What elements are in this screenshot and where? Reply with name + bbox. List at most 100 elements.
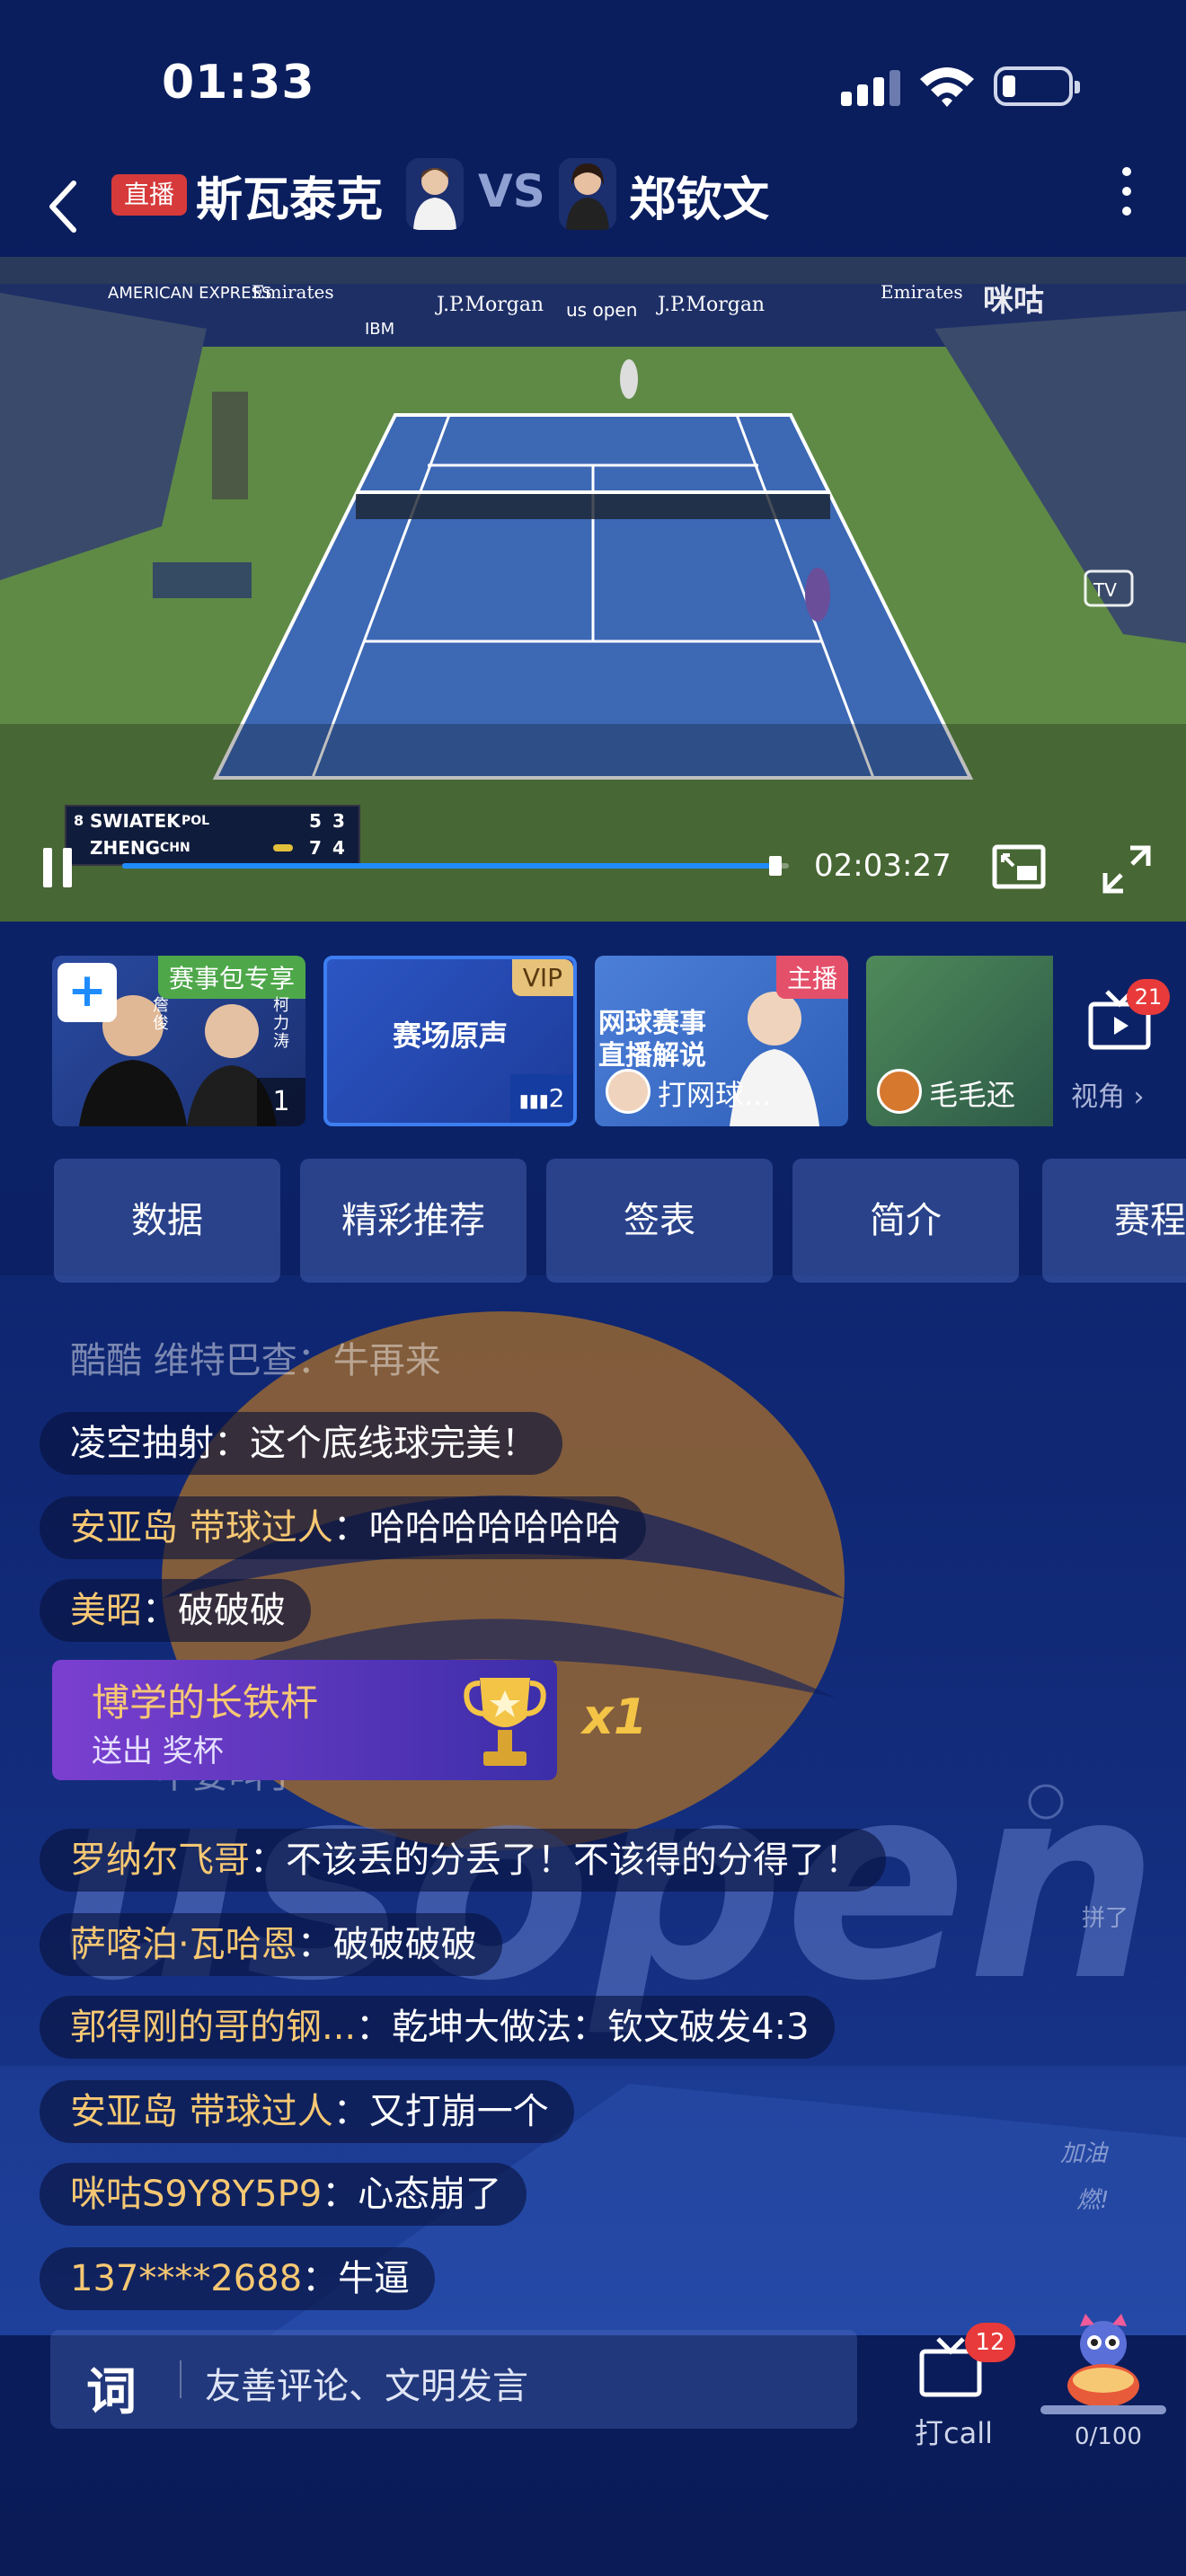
call-label[interactable]: 打call bbox=[915, 2411, 993, 2452]
chat-message: 郭得刚的哥的钢...：乾坤大做法：钦文破发4:3 bbox=[40, 1996, 835, 2059]
chat-username: 萨喀泊·瓦哈恩 bbox=[70, 1924, 297, 1965]
chat-message: 安亚岛 带球过人：又打崩一个 bbox=[40, 2080, 574, 2143]
score-player2-set1: 7 bbox=[309, 837, 322, 859]
player1-avatar[interactable] bbox=[406, 158, 464, 230]
vs-label: VS bbox=[478, 165, 545, 217]
chat-username: 凌空抽射 bbox=[70, 1423, 214, 1464]
comment-placeholder: 友善评论、文明发言 bbox=[205, 2366, 528, 2407]
chat-username: 安亚岛 带球过人 bbox=[70, 2091, 333, 2132]
score-seed: 8 bbox=[74, 812, 84, 829]
chat-text: ：心态崩了 bbox=[322, 2174, 502, 2215]
tab-schedule[interactable]: 赛程 bbox=[1042, 1159, 1186, 1283]
player2-avatar[interactable] bbox=[559, 158, 616, 230]
progress-fill bbox=[122, 863, 776, 869]
video-time: 02:03:27 bbox=[814, 848, 951, 884]
chat-text: 维特巴查：牛再来 bbox=[153, 1340, 441, 1381]
angle-card-streamer[interactable]: 主播 网球赛事 直播解说 打网球... bbox=[595, 956, 848, 1126]
floating-text: 燃! bbox=[1076, 2187, 1109, 2214]
chat-text: ：这个底线球完美！ bbox=[214, 1423, 537, 1464]
input-divider bbox=[180, 2360, 181, 2398]
pause-icon[interactable] bbox=[40, 848, 75, 887]
chat-message: 酷酷 维特巴查：牛再来 bbox=[40, 1329, 466, 1392]
chat-text: ：破破破 bbox=[142, 1590, 286, 1631]
score-player1-set1: 5 bbox=[309, 810, 322, 832]
court-sign: us open bbox=[566, 299, 637, 321]
chat-text: ：又打崩一个 bbox=[332, 2091, 549, 2132]
angle-card-commentary[interactable]: + 赛事包专享 詹俊 柯力涛 1 bbox=[52, 956, 305, 1126]
wifi-icon bbox=[920, 67, 974, 107]
fullscreen-icon[interactable] bbox=[1102, 844, 1152, 895]
chat-text: ：不该丢的分丢了！不该得的分得了！ bbox=[250, 1839, 861, 1881]
progress-knob[interactable] bbox=[769, 856, 783, 876]
battery-icon bbox=[994, 66, 1080, 106]
mascot-icon[interactable] bbox=[1058, 2310, 1148, 2409]
scoreboard: 8 SWIATEK POL 5 3 ZHENG CHN 7 4 bbox=[65, 805, 360, 866]
card-caption: 打网球... bbox=[658, 1078, 772, 1112]
chat-username: 咪咕S9Y8Y5P9 bbox=[70, 2174, 323, 2215]
back-arrow-icon[interactable] bbox=[45, 178, 81, 235]
more-options-icon[interactable] bbox=[1116, 167, 1137, 221]
card-name: 詹俊 bbox=[153, 996, 169, 1033]
score-player2-set2: 4 bbox=[332, 837, 345, 859]
gift-action: 送出 奖杯 bbox=[92, 1734, 224, 1769]
live-badge: 直播 bbox=[111, 174, 188, 216]
card-title-line: 直播解说 bbox=[598, 1040, 706, 1072]
court-sign: J.P.Morgan bbox=[656, 294, 765, 316]
add-icon[interactable]: + bbox=[58, 963, 117, 1022]
chat-username: 罗纳尔飞哥 bbox=[70, 1839, 250, 1881]
score-player2-name: ZHENG bbox=[90, 837, 161, 859]
mascot-progress-bar bbox=[1040, 2405, 1166, 2414]
floating-text: 拼了 bbox=[1082, 1905, 1128, 1932]
vip-badge: VIP bbox=[511, 959, 573, 996]
score-player1-country: POL bbox=[181, 814, 210, 828]
streamer-badge: 主播 bbox=[775, 956, 848, 999]
score-player2-country: CHN bbox=[160, 841, 190, 855]
chat-text: ：破破破破 bbox=[296, 1924, 477, 1965]
card-count: 1 bbox=[257, 1078, 305, 1126]
card-count-value: 2 bbox=[548, 1083, 565, 1113]
floating-text: 加油 bbox=[1060, 2140, 1110, 2167]
cellular-signal-icon bbox=[841, 70, 900, 106]
status-time: 01:33 bbox=[162, 56, 315, 110]
court-sign: IBM bbox=[365, 320, 394, 339]
player1-name[interactable]: 斯瓦泰克 bbox=[196, 162, 383, 229]
angle-card-ambient[interactable]: VIP 赛场原声 ▮▮▮2 bbox=[323, 956, 577, 1126]
angle-switch-label[interactable]: 视角 › bbox=[1071, 1074, 1145, 1114]
tab-draw[interactable]: 签表 bbox=[546, 1159, 773, 1283]
court-sign: Emirates bbox=[252, 281, 334, 303]
tv-label: TV bbox=[1093, 579, 1117, 601]
chat-message: 咪咕S9Y8Y5P9：心态崩了 bbox=[40, 2163, 527, 2226]
serve-indicator-icon bbox=[273, 844, 293, 851]
tab-data[interactable]: 数据 bbox=[54, 1159, 280, 1283]
score-player1-set2: 3 bbox=[332, 810, 345, 832]
court-sign: AMERICAN EXPRESS bbox=[108, 284, 271, 303]
chat-message: 萨喀泊·瓦哈恩：破破破破 bbox=[40, 1913, 502, 1976]
chat-username: 郭得刚的哥的钢... bbox=[70, 2007, 357, 2048]
chat-message: 罗纳尔飞哥：不该丢的分丢了！不该得的分得了！ bbox=[40, 1829, 886, 1892]
chat-message: 凌空抽射：这个底线球完美！ bbox=[40, 1412, 562, 1475]
streamer-avatar bbox=[606, 1069, 651, 1114]
chat-username: 美昭 bbox=[70, 1590, 142, 1631]
trophy-icon bbox=[464, 1678, 546, 1766]
angle-card-4[interactable]: 毛毛还 bbox=[866, 956, 1053, 1126]
card-badge: 赛事包专享 bbox=[157, 956, 305, 999]
video-progress-bar[interactable] bbox=[122, 856, 789, 876]
card-caption: 毛毛还 bbox=[929, 1078, 1016, 1112]
court-sign: Emirates bbox=[881, 281, 963, 303]
card-count: ▮▮▮2 bbox=[510, 1074, 573, 1123]
chat-text: ：乾坤大做法：钦文破发4:3 bbox=[356, 2007, 810, 2048]
chat-username: 137****2688 bbox=[70, 2258, 303, 2299]
picture-in-picture-icon[interactable] bbox=[992, 844, 1046, 889]
comment-input-icon: 词 bbox=[86, 2363, 137, 2422]
card4-avatar bbox=[877, 1069, 922, 1114]
gift-banner: 博学的长铁杆 送出 奖杯 bbox=[52, 1660, 557, 1780]
card-name: 柯力涛 bbox=[273, 996, 289, 1051]
tab-intro[interactable]: 简介 bbox=[792, 1159, 1019, 1283]
chat-message: 美昭：破破破 bbox=[40, 1579, 311, 1642]
score-player1-name: SWIATEK bbox=[90, 810, 181, 832]
player2-name[interactable]: 郑钦文 bbox=[629, 162, 769, 229]
chat-message: 安亚岛 带球过人：哈哈哈哈哈哈哈 bbox=[40, 1496, 646, 1559]
angle-count-badge: 21 bbox=[1127, 979, 1170, 1015]
tab-highlights[interactable]: 精彩推荐 bbox=[300, 1159, 527, 1283]
chat-text: ：哈哈哈哈哈哈哈 bbox=[332, 1507, 621, 1548]
